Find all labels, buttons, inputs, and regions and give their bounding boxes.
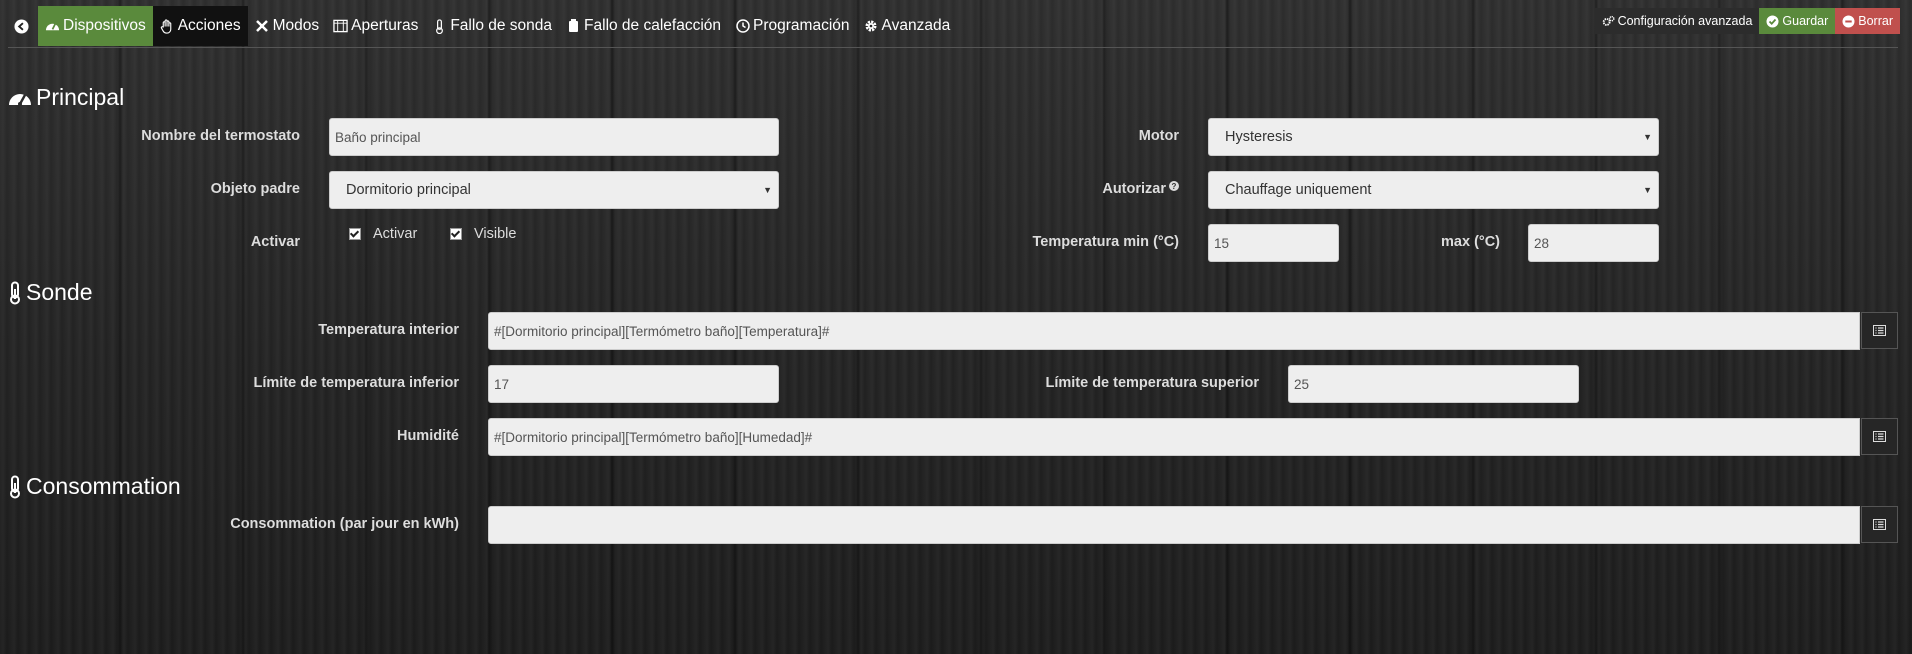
indoor-temp-label: Temperatura interior: [318, 322, 459, 338]
tab-programacion[interactable]: Programación: [728, 6, 857, 46]
tab-fallo-calefaccion[interactable]: Fallo de calefacción: [559, 6, 728, 46]
checkbox-checked-icon: [450, 228, 462, 240]
caret-down-icon: ▼: [1643, 132, 1652, 142]
consumption-input[interactable]: [488, 506, 1860, 544]
clock-icon: [735, 19, 750, 34]
activate-label: Activar: [250, 234, 300, 250]
minus-circle-icon: [1842, 15, 1855, 28]
window-icon: [333, 19, 348, 34]
cog-icon: [864, 19, 879, 34]
authorize-select[interactable]: Chauffage uniquement ▼: [1208, 171, 1659, 209]
section-consommation-title: Consommation: [8, 473, 181, 500]
parent-object-value: Dormitorio principal: [346, 182, 471, 198]
tab-label: Programación: [753, 17, 850, 34]
humidity-value: #[Dormitorio principal][Termómetro baño]…: [494, 429, 813, 445]
indoor-temp-value: #[Dormitorio principal][Termómetro baño]…: [494, 323, 830, 339]
back-button[interactable]: [8, 6, 38, 46]
arrow-circle-left-icon: [14, 18, 29, 34]
tab-acciones[interactable]: Acciones: [152, 6, 248, 46]
authorize-label-text: Autorizar: [1102, 181, 1166, 197]
tab-label: Avanzada: [881, 17, 951, 34]
section-title-text: Sonde: [26, 279, 93, 305]
humidity-input[interactable]: #[Dormitorio principal][Termómetro baño]…: [488, 418, 1860, 456]
nav-divider: [8, 47, 1898, 48]
heater-icon: [566, 19, 581, 34]
section-principal-title: Principal: [8, 84, 124, 111]
upper-limit-label: Límite de temperatura superior: [1045, 375, 1259, 391]
engine-value: Hysteresis: [1225, 129, 1293, 145]
section-title-text: Principal: [36, 84, 125, 110]
delete-button[interactable]: Borrar: [1835, 8, 1900, 34]
temp-max-input[interactable]: 28: [1528, 224, 1659, 262]
thermostat-name-value: Baño principal: [335, 129, 421, 145]
lower-limit-label: Límite de temperatura inferior: [253, 375, 459, 391]
lower-limit-value: 17: [494, 376, 510, 392]
thermostat-name-input[interactable]: Baño principal: [329, 118, 779, 156]
save-label: Guardar: [1782, 14, 1829, 28]
select-command-button[interactable]: [1861, 312, 1898, 349]
tab-avanzada[interactable]: Avanzada: [857, 6, 958, 46]
thermostat-name-label: Nombre del termostato: [141, 128, 300, 144]
caret-down-icon: ▼: [1643, 185, 1652, 195]
tab-label: Aperturas: [351, 17, 419, 34]
thermometer-icon: [432, 18, 447, 34]
visible-checkbox[interactable]: Visible: [450, 226, 516, 242]
section-sonde-title: Sonde: [8, 279, 93, 306]
authorize-label: Autorizar?: [1102, 181, 1179, 197]
authorize-value: Chauffage uniquement: [1225, 182, 1372, 198]
select-command-button[interactable]: [1861, 418, 1898, 455]
parent-object-select[interactable]: Dormitorio principal ▼: [329, 171, 779, 209]
cogs-icon: [1602, 15, 1615, 28]
checkbox-checked-icon: [349, 228, 361, 240]
visible-checkbox-label: Visible: [474, 226, 517, 242]
tachometer-icon: [45, 19, 60, 34]
hand-icon: [160, 18, 175, 34]
consumption-label: Consommation (par jour en kWh): [230, 516, 459, 532]
upper-limit-input[interactable]: 25: [1288, 365, 1579, 403]
temp-min-label: Temperatura min (°C): [1032, 234, 1179, 250]
temp-max-label: max (°C): [1441, 234, 1500, 250]
thermometer-icon: [8, 281, 22, 305]
advanced-config-button[interactable]: Configuración avanzada: [1594, 8, 1760, 34]
section-title-text: Consommation: [26, 473, 181, 499]
parent-object-label: Objeto padre: [210, 181, 300, 197]
tab-label: Acciones: [177, 17, 241, 34]
list-alt-icon: [1873, 517, 1886, 533]
activate-checkbox[interactable]: Activar: [349, 226, 417, 242]
thermometer-icon: [8, 475, 22, 499]
temp-max-value: 28: [1534, 235, 1550, 251]
tab-aperturas[interactable]: Aperturas: [326, 6, 425, 46]
tab-modos[interactable]: Modos: [248, 6, 327, 46]
temp-min-value: 15: [1214, 235, 1230, 251]
modes-icon: [255, 19, 270, 34]
tab-label: Dispositivos: [63, 17, 146, 34]
tab-label: Modos: [272, 17, 320, 34]
top-nav: Dispositivos Acciones Modos Aperturas Fa…: [8, 6, 957, 46]
tab-label: Fallo de calefacción: [584, 17, 722, 34]
caret-down-icon: ▼: [763, 185, 772, 195]
tab-fallo-sonda[interactable]: Fallo de sonda: [425, 6, 559, 46]
list-alt-icon: [1873, 429, 1886, 445]
tab-dispositivos[interactable]: Dispositivos: [38, 6, 153, 46]
indoor-temp-input[interactable]: #[Dormitorio principal][Termómetro baño]…: [488, 312, 1860, 350]
temp-min-input[interactable]: 15: [1208, 224, 1339, 262]
tab-label: Fallo de sonda: [450, 17, 553, 34]
advanced-config-label: Configuración avanzada: [1617, 14, 1753, 28]
upper-limit-value: 25: [1294, 376, 1310, 392]
select-command-button[interactable]: [1861, 506, 1898, 543]
tachometer-icon: [8, 88, 32, 108]
humidity-label: Humidité: [396, 428, 459, 444]
lower-limit-input[interactable]: 17: [488, 365, 779, 403]
activate-checkbox-label: Activar: [373, 226, 418, 242]
check-circle-icon: [1766, 15, 1779, 28]
engine-label: Motor: [1138, 128, 1179, 144]
save-button[interactable]: Guardar: [1759, 8, 1836, 34]
delete-label: Borrar: [1858, 14, 1893, 28]
engine-select[interactable]: Hysteresis ▼: [1208, 118, 1659, 156]
question-circle-icon[interactable]: ?: [1169, 181, 1179, 191]
list-alt-icon: [1873, 323, 1886, 339]
action-buttons: Configuración avanzada Guardar Borrar: [1594, 8, 1900, 34]
